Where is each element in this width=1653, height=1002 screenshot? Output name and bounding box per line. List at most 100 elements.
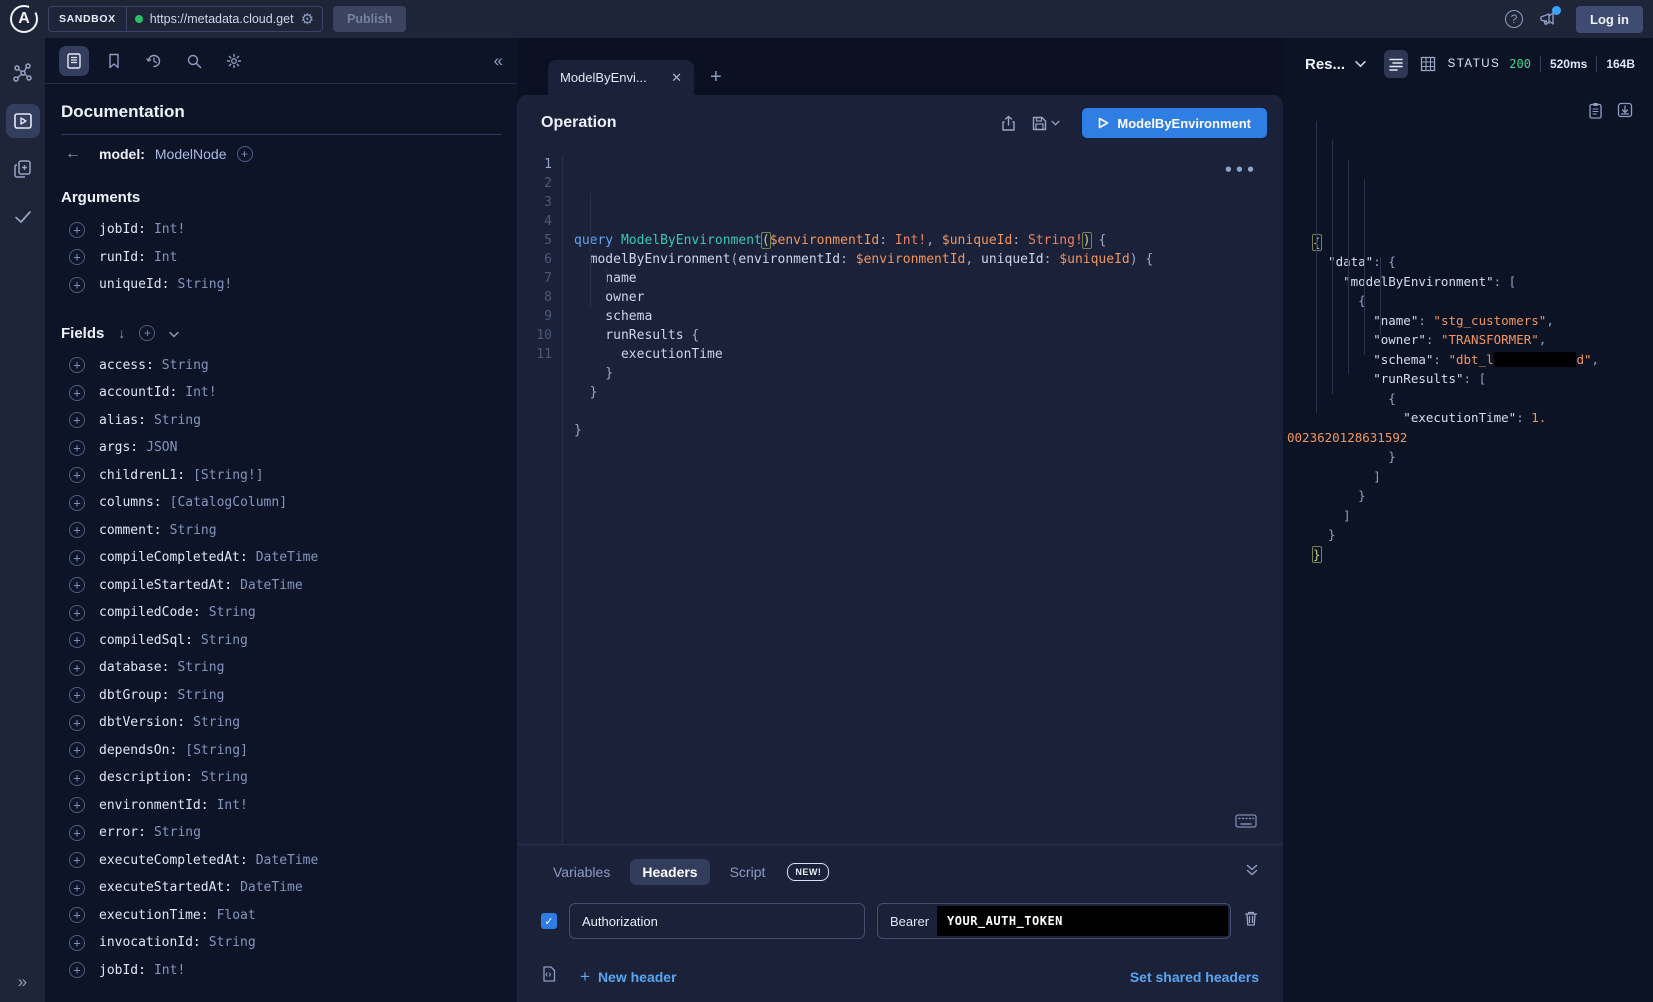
field-item[interactable]: +environmentId:Int! xyxy=(61,792,501,820)
field-name[interactable]: jobId: xyxy=(99,222,146,237)
auth-token-value[interactable]: YOUR_AUTH_TOKEN xyxy=(937,906,1228,936)
add-field-icon[interactable]: + xyxy=(69,249,85,265)
field-item[interactable]: +invocationId:String xyxy=(61,929,501,957)
add-field-icon[interactable]: + xyxy=(69,715,85,731)
field-item[interactable]: +compiledCode:String xyxy=(61,599,501,627)
query-editor[interactable]: 1234567891011 query ModelByEnvironment($… xyxy=(517,151,1283,844)
docs-tab-documentation[interactable] xyxy=(59,46,89,76)
add-field-icon[interactable]: + xyxy=(69,385,85,401)
field-item[interactable]: +dbtVersion:String xyxy=(61,709,501,737)
field-name[interactable]: environmentId: xyxy=(99,798,209,813)
model-type-link[interactable]: ModelNode xyxy=(155,146,227,162)
field-name[interactable]: runId: xyxy=(99,250,146,265)
field-name[interactable]: compiledSql: xyxy=(99,633,193,648)
field-name[interactable]: invocationId: xyxy=(99,935,201,950)
endpoint-url[interactable]: https://metadata.cloud.get xyxy=(150,12,294,26)
endpoint-url-box[interactable]: https://metadata.cloud.get ⚙ xyxy=(127,12,322,27)
share-operation-button[interactable] xyxy=(1000,115,1017,132)
tab-script[interactable]: Script xyxy=(718,859,778,885)
header-enabled-checkbox[interactable]: ✓ xyxy=(541,913,557,929)
field-item[interactable]: +executeStartedAt:DateTime xyxy=(61,874,501,902)
field-item[interactable]: +uniqueId:String! xyxy=(61,271,501,299)
editor-overflow-menu[interactable]: ••• xyxy=(1224,161,1257,180)
add-field-icon[interactable]: + xyxy=(69,467,85,483)
field-name[interactable]: dbtGroup: xyxy=(99,688,169,703)
field-name[interactable]: compileStartedAt: xyxy=(99,578,232,593)
field-item[interactable]: +access:String xyxy=(61,352,501,380)
tab-variables[interactable]: Variables xyxy=(541,859,622,885)
back-arrow-icon[interactable]: ← xyxy=(65,145,81,163)
add-field-icon[interactable]: + xyxy=(69,660,85,676)
docs-tab-saved[interactable] xyxy=(99,46,129,76)
add-field-icon[interactable]: + xyxy=(69,770,85,786)
field-name[interactable]: database: xyxy=(99,660,169,675)
field-item[interactable]: +error:String xyxy=(61,819,501,847)
field-item[interactable]: +compiledSql:String xyxy=(61,627,501,655)
add-fields-icon[interactable]: + xyxy=(139,325,155,341)
add-field-icon[interactable]: + xyxy=(69,522,85,538)
add-field-icon[interactable]: + xyxy=(69,935,85,951)
add-field-icon[interactable]: + xyxy=(69,742,85,758)
field-item[interactable]: +database:String xyxy=(61,654,501,682)
add-field-icon[interactable]: + xyxy=(69,632,85,648)
field-item[interactable]: +args:JSON xyxy=(61,434,501,462)
collapse-docs-panel-button[interactable]: « xyxy=(494,51,503,71)
field-name[interactable]: jobId: xyxy=(99,963,146,978)
publish-button[interactable]: Publish xyxy=(333,6,406,32)
apollo-logo-icon[interactable]: A xyxy=(10,5,38,33)
add-field-icon[interactable]: + xyxy=(69,687,85,703)
field-item[interactable]: +childrenL1:[String!] xyxy=(61,462,501,490)
field-name[interactable]: compiledCode: xyxy=(99,605,201,620)
field-name[interactable]: executeStartedAt: xyxy=(99,880,232,895)
table-view-button[interactable] xyxy=(1416,50,1440,78)
field-name[interactable]: uniqueId: xyxy=(99,277,169,292)
response-dropdown-chevron-icon[interactable] xyxy=(1355,55,1366,73)
nav-checks-button[interactable] xyxy=(6,200,40,234)
help-button[interactable]: ? xyxy=(1502,7,1526,31)
field-name[interactable]: error: xyxy=(99,825,146,840)
keyboard-shortcuts-button[interactable] xyxy=(1235,814,1257,834)
header-value-field[interactable]: Bearer YOUR_AUTH_TOKEN xyxy=(877,903,1231,939)
set-shared-headers-link[interactable]: Set shared headers xyxy=(1130,969,1259,985)
field-name[interactable]: args: xyxy=(99,440,138,455)
login-button[interactable]: Log in xyxy=(1576,6,1643,33)
docs-tab-search[interactable] xyxy=(179,46,209,76)
preflight-script-button[interactable] xyxy=(541,965,558,988)
announcements-button[interactable] xyxy=(1536,7,1560,31)
operation-tab[interactable]: ModelByEnvi... ✕ xyxy=(548,60,694,95)
add-field-icon[interactable]: + xyxy=(69,825,85,841)
add-all-fields-icon[interactable]: + xyxy=(237,146,253,162)
save-menu-chevron-icon[interactable] xyxy=(1051,120,1060,126)
field-item[interactable]: +accountId:Int! xyxy=(61,379,501,407)
add-field-icon[interactable]: + xyxy=(69,412,85,428)
run-operation-button[interactable]: ModelByEnvironment xyxy=(1082,108,1267,138)
field-item[interactable]: +jobId:Int! xyxy=(61,957,501,985)
field-item[interactable]: +compileStartedAt:DateTime xyxy=(61,572,501,600)
add-field-icon[interactable]: + xyxy=(69,880,85,896)
add-field-icon[interactable]: + xyxy=(69,605,85,621)
collapse-request-panel-button[interactable] xyxy=(1245,863,1259,882)
field-item[interactable]: +dependsOn:[String] xyxy=(61,737,501,765)
field-name[interactable]: accountId: xyxy=(99,385,177,400)
header-key-input[interactable] xyxy=(569,903,865,939)
field-name[interactable]: compileCompletedAt: xyxy=(99,550,248,565)
field-name[interactable]: description: xyxy=(99,770,193,785)
add-field-icon[interactable]: + xyxy=(69,852,85,868)
fields-menu-chevron-icon[interactable] xyxy=(169,325,179,341)
add-field-icon[interactable]: + xyxy=(69,277,85,293)
tab-headers[interactable]: Headers xyxy=(630,859,709,885)
add-field-icon[interactable]: + xyxy=(69,495,85,511)
nav-operations-button[interactable] xyxy=(6,152,40,186)
add-field-icon[interactable]: + xyxy=(69,577,85,593)
endpoint-settings-gear-icon[interactable]: ⚙ xyxy=(301,12,314,27)
editor-code[interactable]: query ModelByEnvironment($environmentId:… xyxy=(563,155,1283,844)
add-field-icon[interactable]: + xyxy=(69,797,85,813)
expand-rail-button[interactable]: » xyxy=(18,972,27,992)
sort-fields-icon[interactable]: ↓ xyxy=(118,325,125,341)
field-name[interactable]: comment: xyxy=(99,523,162,538)
delete-header-button[interactable] xyxy=(1243,910,1259,932)
field-item[interactable]: +jobId:Int! xyxy=(61,216,501,244)
field-item[interactable]: +comment:String xyxy=(61,517,501,545)
add-field-icon[interactable]: + xyxy=(69,550,85,566)
field-name[interactable]: dependsOn: xyxy=(99,743,177,758)
